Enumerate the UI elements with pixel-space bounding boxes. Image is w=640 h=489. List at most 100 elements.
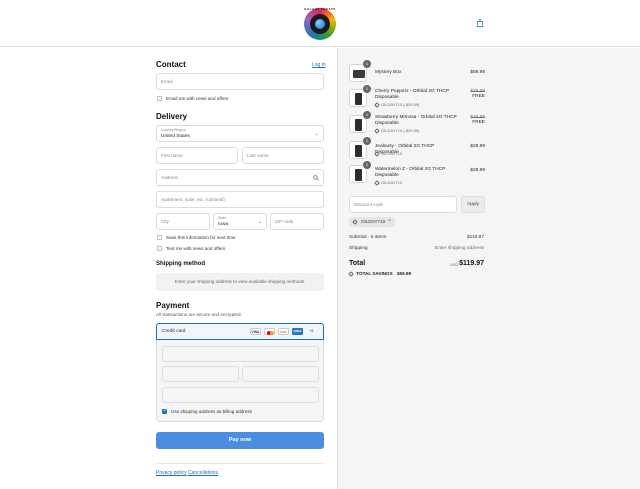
subtotal-value: $119.97 (467, 235, 484, 240)
item-price-block: $29.99 FREE (470, 115, 485, 125)
billing-same-label: Use shipping address as billing address (171, 409, 252, 414)
tag-icon (374, 128, 380, 134)
card-expiry-field[interactable] (162, 366, 239, 382)
discount-code-placeholder: Discount code (354, 202, 384, 207)
search-icon (313, 175, 319, 181)
apartment-field[interactable]: Apartment, suite, etc. (optional) (156, 191, 324, 208)
card-cvc-field[interactable] (242, 366, 319, 382)
apply-discount-button[interactable]: Apply (461, 196, 485, 213)
shipping-method-message: Enter your shipping address to view avai… (174, 279, 306, 284)
mystery-box-image (353, 70, 365, 78)
discover-icon: DISC (278, 328, 289, 335)
order-item: 1 Mystery Box $59.99 (349, 60, 485, 84)
total-savings-value: $59.98 (396, 271, 412, 276)
chevron-down-icon: ⌄ (314, 131, 319, 137)
applied-discount-chip: OILDAY710 × (349, 217, 395, 227)
visa-icon: VISA (250, 328, 261, 335)
currency-code: USD (450, 262, 459, 267)
disposable-image (355, 169, 362, 181)
tag-icon (374, 180, 380, 186)
city-field[interactable]: City (156, 213, 210, 230)
item-discount: OILDAY710 (-$29.99) (374, 102, 419, 108)
item-price-block: $29.99 FREE (470, 89, 485, 99)
card-details-panel: Use shipping address as billing address (156, 340, 324, 422)
item-price: $29.99 (470, 168, 485, 173)
delivery-title: Delivery (156, 112, 188, 121)
store-logo[interactable]: GALAXY TREATS (304, 7, 336, 40)
payment-subtitle: All transactions are secure and encrypte… (156, 312, 242, 317)
login-link[interactable]: Log in (312, 62, 326, 68)
quantity-badge: 1 (363, 161, 371, 169)
contact-title: Contact (156, 60, 186, 69)
item-discount: OILDAY710 (-$29.99) (374, 128, 419, 134)
save-info-checkbox[interactable] (157, 235, 162, 240)
total-savings: TOTAL SAVINGS $59.98 (348, 270, 412, 277)
zip-field[interactable]: ZIP code (270, 213, 324, 230)
address-field[interactable]: Address (156, 169, 324, 186)
disposable-image (355, 93, 362, 105)
mastercard-icon (264, 328, 275, 335)
address-placeholder: Address (161, 175, 178, 180)
item-price: $59.99 (470, 70, 485, 75)
state-value: Iowa (218, 222, 229, 227)
last-name-field[interactable]: Last name (242, 147, 324, 164)
credit-card-option[interactable]: Credit card VISA DISC AMEX +6 (156, 323, 324, 340)
state-select[interactable]: State Iowa ⌄ (213, 213, 267, 230)
order-item: 1 Strawberry Mimosa - Orbital 2G THCP Di… (349, 111, 485, 135)
item-price: FREE (472, 94, 485, 99)
discount-code-field[interactable]: Discount code (349, 196, 457, 213)
checkout-header: GALAXY TREATS (0, 0, 640, 47)
item-name: Strawberry Mimosa - Orbital 2G THCP Disp… (375, 115, 457, 126)
city-placeholder: City (161, 219, 169, 224)
email-field[interactable]: Email (156, 73, 324, 90)
total-value: $119.97 (459, 260, 484, 267)
item-discount: OILDAY710 (374, 180, 402, 186)
logo-text: GALAXY TREATS (304, 7, 336, 11)
quantity-badge: 1 (363, 111, 371, 119)
first-name-placeholder: First name (161, 153, 183, 158)
privacy-policy-link[interactable]: Privacy policy (156, 470, 187, 476)
quantity-badge: 1 (363, 137, 371, 145)
shopping-bag-icon[interactable] (476, 19, 484, 27)
card-name-field[interactable] (162, 387, 319, 403)
text-news-label: Text me with news and offers (166, 246, 226, 251)
pay-now-button[interactable]: Pay now (156, 432, 324, 449)
billing-same-checkbox[interactable] (162, 408, 167, 414)
footer-divider (156, 463, 324, 464)
planet-icon (315, 19, 325, 29)
quantity-badge: 1 (363, 60, 371, 68)
shipping-method-title: Shipping method (156, 261, 205, 267)
zip-placeholder: ZIP code (275, 219, 294, 224)
item-price: $29.99 (470, 144, 485, 149)
remove-discount-icon[interactable]: × (388, 218, 391, 224)
order-item: 1 Cherry Popperz - Orbital 2G THCP Dispo… (349, 85, 485, 109)
cancellations-link[interactable]: Cancellations (188, 470, 218, 476)
item-name: Watermelon Z - Orbital 2G THCP Disposabl… (375, 167, 446, 178)
disposable-image (355, 119, 362, 131)
news-checkbox-label: Email me with news and offers (166, 96, 229, 101)
item-price: FREE (472, 120, 485, 125)
item-name: Mystery Box (375, 70, 402, 75)
disposable-image (355, 145, 362, 157)
email-placeholder: Email (161, 79, 173, 84)
chevron-down-icon: ⌄ (257, 219, 262, 225)
card-number-field[interactable] (162, 346, 319, 362)
news-checkbox[interactable] (157, 96, 162, 101)
subtotal-label: Subtotal · 5 items (349, 235, 387, 240)
shipping-value: Enter shipping address (434, 246, 484, 251)
first-name-field[interactable]: First name (156, 147, 238, 164)
apartment-placeholder: Apartment, suite, etc. (optional) (161, 197, 225, 202)
save-info-label: Save this information for next time (166, 235, 236, 240)
shipping-method-box: Enter your shipping address to view avai… (156, 273, 324, 291)
applied-discount-code: OILDAY710 (361, 219, 386, 224)
state-label: State (218, 216, 227, 220)
total-savings-label: TOTAL SAVINGS (356, 271, 393, 276)
tag-icon (348, 270, 354, 277)
credit-card-label: Credit card (162, 329, 186, 334)
text-news-checkbox[interactable] (157, 246, 162, 251)
quantity-badge: 1 (363, 85, 371, 93)
country-select[interactable]: Country/Region United States ⌄ (156, 125, 324, 142)
tag-icon (374, 102, 380, 108)
last-name-placeholder: Last name (247, 153, 269, 158)
order-item: 1 Watermelon Z - Orbital 2G THCP Disposa… (349, 161, 485, 186)
